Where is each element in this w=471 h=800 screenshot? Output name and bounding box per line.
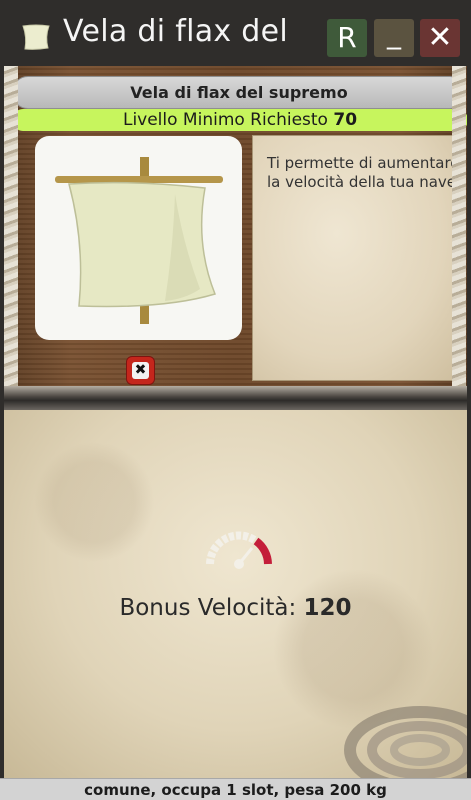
rope-decoration (452, 66, 466, 386)
speed-bonus: Bonus Velocità: 120 (0, 595, 471, 621)
speedometer-icon (206, 531, 272, 569)
level-value: 70 (333, 110, 358, 130)
sail-icon (55, 157, 223, 324)
minimize-button[interactable]: _ (374, 19, 414, 57)
remove-button[interactable]: ✖ (126, 356, 155, 385)
sail-icon (22, 24, 50, 50)
level-label: Livello Minimo Richiesto (122, 110, 328, 130)
window-frame-right (467, 66, 471, 778)
title-bar: Vela di flax del R _ ✕ (0, 0, 471, 66)
window-frame-left (0, 66, 4, 778)
item-image-box (35, 136, 242, 340)
rope-decoration (4, 66, 18, 386)
item-panel: Vela di flax del supremo Livello Minimo … (0, 66, 471, 410)
remove-icon: ✖ (132, 362, 149, 379)
r-button[interactable]: R (327, 19, 367, 57)
window-title: Vela di flax del (63, 14, 289, 49)
close-button[interactable]: ✕ (420, 19, 460, 57)
shelf-divider (0, 386, 471, 410)
item-name: Vela di flax del supremo (12, 76, 466, 109)
level-requirement: Livello Minimo Richiesto 70 (12, 109, 468, 131)
item-footer: comune, occupa 1 slot, pesa 200 kg (0, 778, 471, 800)
rope-coil-decoration (344, 706, 471, 778)
bonus-label: Bonus Velocità: (119, 595, 297, 621)
description-scroll: Ti permette di aumentare la velocità del… (252, 135, 463, 381)
bonus-value: 120 (303, 595, 352, 621)
stats-panel: Bonus Velocità: 120 (0, 410, 471, 778)
item-description: Ti permette di aumentare la velocità del… (267, 154, 461, 191)
